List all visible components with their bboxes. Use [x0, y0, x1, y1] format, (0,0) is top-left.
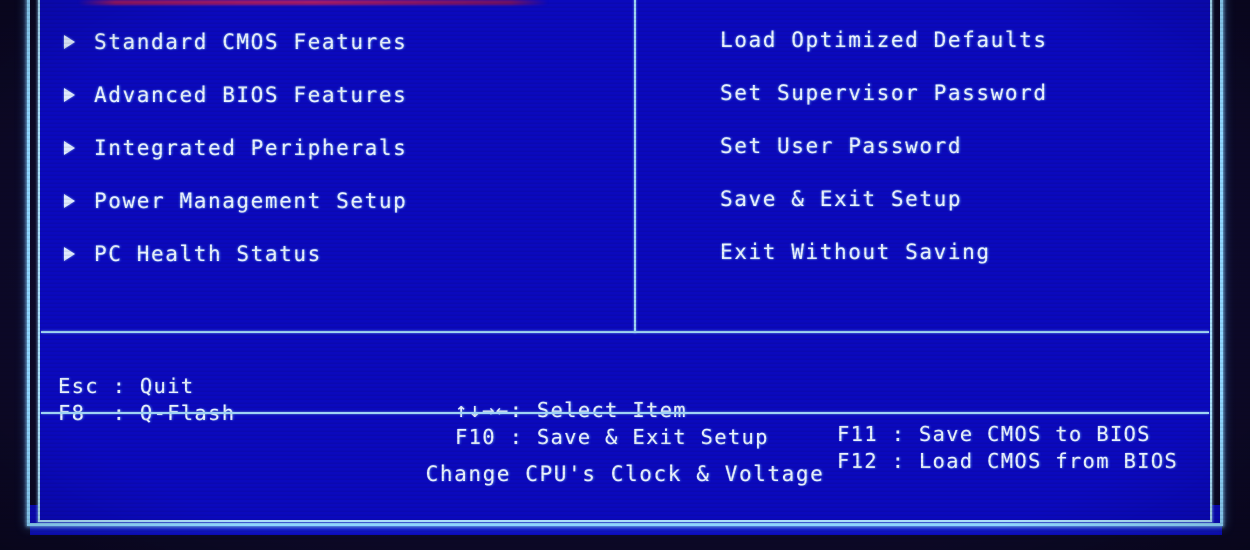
menu-item-label: Set Supervisor Password	[720, 80, 1048, 105]
right-triangle-bullet-icon	[64, 246, 75, 261]
menu-item-label: Power Management Setup	[94, 188, 408, 213]
menu-item-set-supervisor-password[interactable]: Set Supervisor Password	[658, 66, 1198, 119]
menu-item-save-and-exit-setup[interactable]: Save & Exit Setup	[658, 172, 1198, 225]
menu-item-label: Advanced BIOS Features	[94, 82, 408, 107]
menu-item-label: Standard CMOS Features	[94, 29, 408, 54]
menu-item-label: Integrated Peripherals	[94, 135, 408, 160]
bios-setup-screen: Standard CMOS Features Advanced BIOS Fea…	[0, 0, 1250, 550]
bios-content: Standard CMOS Features Advanced BIOS Fea…	[40, 0, 1210, 520]
key-help-bar: Esc : Quit ↑↓→←: Select Item F11 : Save …	[40, 337, 1210, 473]
right-triangle-bullet-icon	[64, 140, 75, 155]
status-bar: Change CPU's Clock & Voltage	[40, 414, 1210, 518]
menu-item-advanced-bios-features[interactable]: Advanced BIOS Features	[62, 68, 622, 121]
menu-item-exit-without-saving[interactable]: Exit Without Saving	[658, 225, 1198, 278]
menu-item-label: Set User Password	[720, 133, 963, 158]
right-triangle-bullet-icon	[64, 87, 75, 102]
menu-item-label: Save & Exit Setup	[720, 186, 963, 211]
right-triangle-bullet-icon	[64, 34, 75, 49]
menu-right-column: Load Optimized Defaults Set Supervisor P…	[658, 0, 1198, 278]
divider-above-key-help	[41, 331, 1209, 333]
menu-area: Standard CMOS Features Advanced BIOS Fea…	[40, 0, 1210, 333]
menu-item-load-optimized-defaults[interactable]: Load Optimized Defaults	[658, 13, 1198, 66]
status-bar-text: Change CPU's Clock & Voltage	[425, 462, 825, 486]
menu-item-label: Load Optimized Defaults	[720, 27, 1048, 52]
menu-item-set-user-password[interactable]: Set User Password	[658, 119, 1198, 172]
menu-item-label: Exit Without Saving	[720, 239, 991, 264]
key-help-row-1: Esc : Quit ↑↓→←: Select Item F11 : Save …	[40, 350, 1210, 446]
top-scan-smear	[78, 0, 548, 5]
menu-item-integrated-peripherals[interactable]: Integrated Peripherals	[62, 121, 622, 174]
menu-item-label: PC Health Status	[94, 241, 322, 266]
right-triangle-bullet-icon	[64, 193, 75, 208]
key-help-row-2: F8 : Q-Flash F10 : Save & Exit Setup F12…	[40, 377, 1210, 473]
menu-item-power-management-setup[interactable]: Power Management Setup	[62, 174, 622, 227]
column-divider	[634, 0, 636, 333]
menu-item-pc-health-status[interactable]: PC Health Status	[62, 227, 622, 280]
menu-item-standard-cmos-features[interactable]: Standard CMOS Features	[62, 15, 622, 68]
menu-left-column: Standard CMOS Features Advanced BIOS Fea…	[62, 0, 622, 280]
